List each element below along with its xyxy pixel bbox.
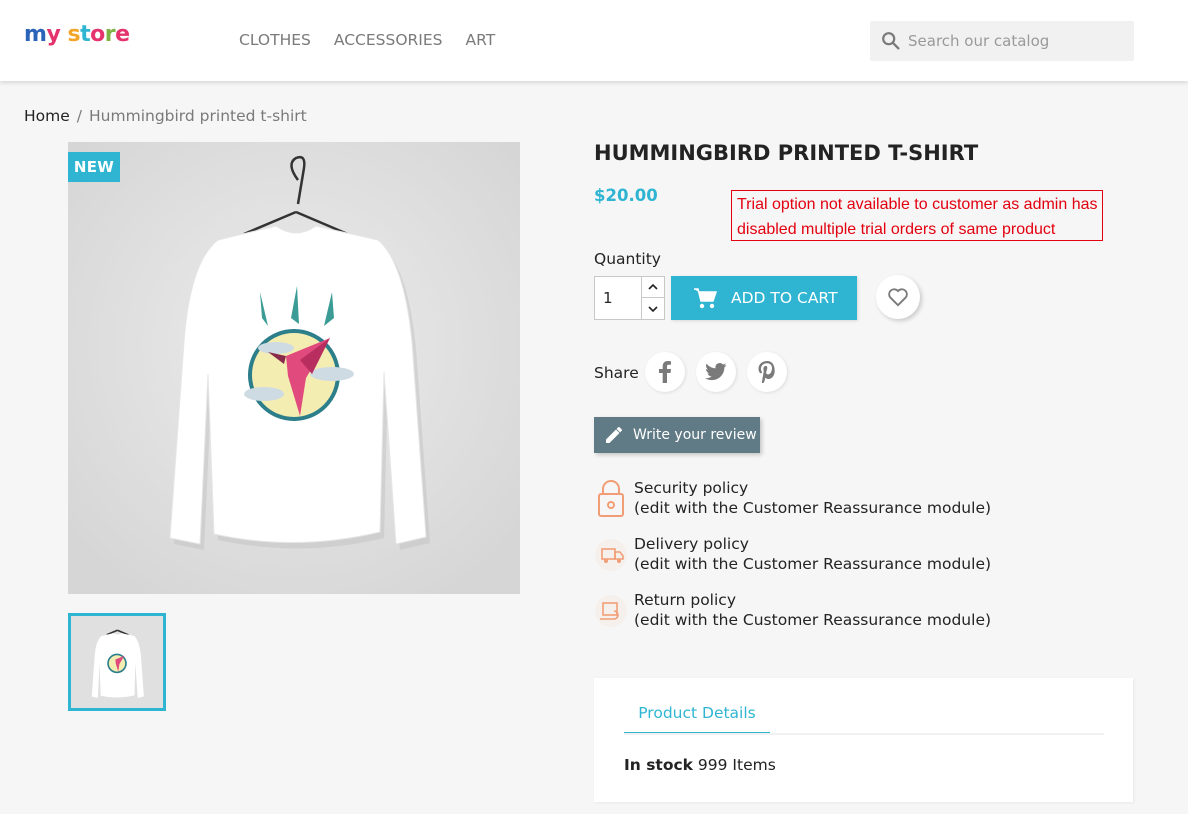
quantity-label: Quantity xyxy=(594,250,661,268)
pinterest-icon xyxy=(758,361,775,383)
reassurance-delivery-desc: (edit with the Customer Reassurance modu… xyxy=(634,555,992,573)
wishlist-button[interactable] xyxy=(876,275,920,319)
cart-icon xyxy=(694,288,717,309)
facebook-icon xyxy=(659,361,671,383)
heart-icon xyxy=(888,288,908,307)
share-pinterest-button[interactable] xyxy=(747,352,787,392)
product-tabs: Product Details In stock 999 Items xyxy=(594,678,1133,802)
main-nav: CLOTHES ACCESSORIES ART xyxy=(239,31,495,49)
share-twitter-button[interactable] xyxy=(696,352,736,392)
quantity-stepper xyxy=(594,276,665,320)
quantity-down-button[interactable] xyxy=(641,298,664,319)
breadcrumb-separator: / xyxy=(76,107,83,125)
nav-item-clothes[interactable]: CLOTHES xyxy=(239,31,311,49)
reassurance-security-desc: (edit with the Customer Reassurance modu… xyxy=(634,499,992,517)
trial-notice: Trial option not available to customer a… xyxy=(731,190,1103,241)
tab-divider xyxy=(624,733,1104,735)
chevron-down-icon xyxy=(648,305,658,312)
truck-icon xyxy=(595,539,627,571)
nav-item-accessories[interactable]: ACCESSORIES xyxy=(334,31,443,49)
write-review-label: Write your review xyxy=(633,427,757,443)
tab-product-details[interactable]: Product Details xyxy=(624,702,770,735)
breadcrumb-home[interactable]: Home xyxy=(24,107,70,125)
product-cover-image[interactable] xyxy=(68,142,520,594)
breadcrumb-current: Hummingbird printed t-shirt xyxy=(89,107,307,125)
breadcrumb: Home / Hummingbird printed t-shirt xyxy=(24,107,307,125)
reassurance-return: Return policy (edit with the Customer Re… xyxy=(594,591,1014,637)
stock-label: In stock xyxy=(624,756,693,774)
product-title: HUMMINGBIRD PRINTED T-SHIRT xyxy=(594,141,979,165)
chevron-up-icon xyxy=(648,283,658,290)
return-box-icon xyxy=(595,595,627,627)
new-badge: NEW xyxy=(68,152,120,182)
search-icon[interactable] xyxy=(880,30,902,56)
reassurance-delivery: Delivery policy (edit with the Customer … xyxy=(594,535,1014,581)
twitter-icon xyxy=(705,363,727,381)
nav-item-art[interactable]: ART xyxy=(466,31,496,49)
search-box xyxy=(870,21,1134,61)
add-to-cart-label: ADD TO CART xyxy=(731,289,838,307)
reassurance-return-desc: (edit with the Customer Reassurance modu… xyxy=(634,611,992,629)
search-input[interactable] xyxy=(908,21,1128,61)
quantity-up-button[interactable] xyxy=(641,277,664,298)
lock-icon xyxy=(598,480,624,517)
quantity-input[interactable] xyxy=(595,277,641,319)
site-header: my store CLOTHES ACCESSORIES ART xyxy=(0,0,1188,81)
share-label: Share xyxy=(594,364,639,382)
product-thumbnail[interactable] xyxy=(68,613,166,711)
pencil-icon xyxy=(606,427,622,443)
stock-info: In stock 999 Items xyxy=(624,756,776,774)
stock-value: 999 Items xyxy=(697,756,776,774)
share-facebook-button[interactable] xyxy=(645,352,685,392)
add-to-cart-button[interactable]: ADD TO CART xyxy=(671,276,857,320)
write-review-button[interactable]: Write your review xyxy=(594,417,760,453)
product-price: $20.00 xyxy=(594,186,658,205)
reassurance-delivery-title: Delivery policy xyxy=(634,535,749,553)
reassurance-security: Security policy (edit with the Customer … xyxy=(594,479,1014,525)
reassurance-return-title: Return policy xyxy=(634,591,736,609)
reassurance-security-title: Security policy xyxy=(634,479,749,497)
store-logo[interactable]: my store xyxy=(24,22,130,47)
